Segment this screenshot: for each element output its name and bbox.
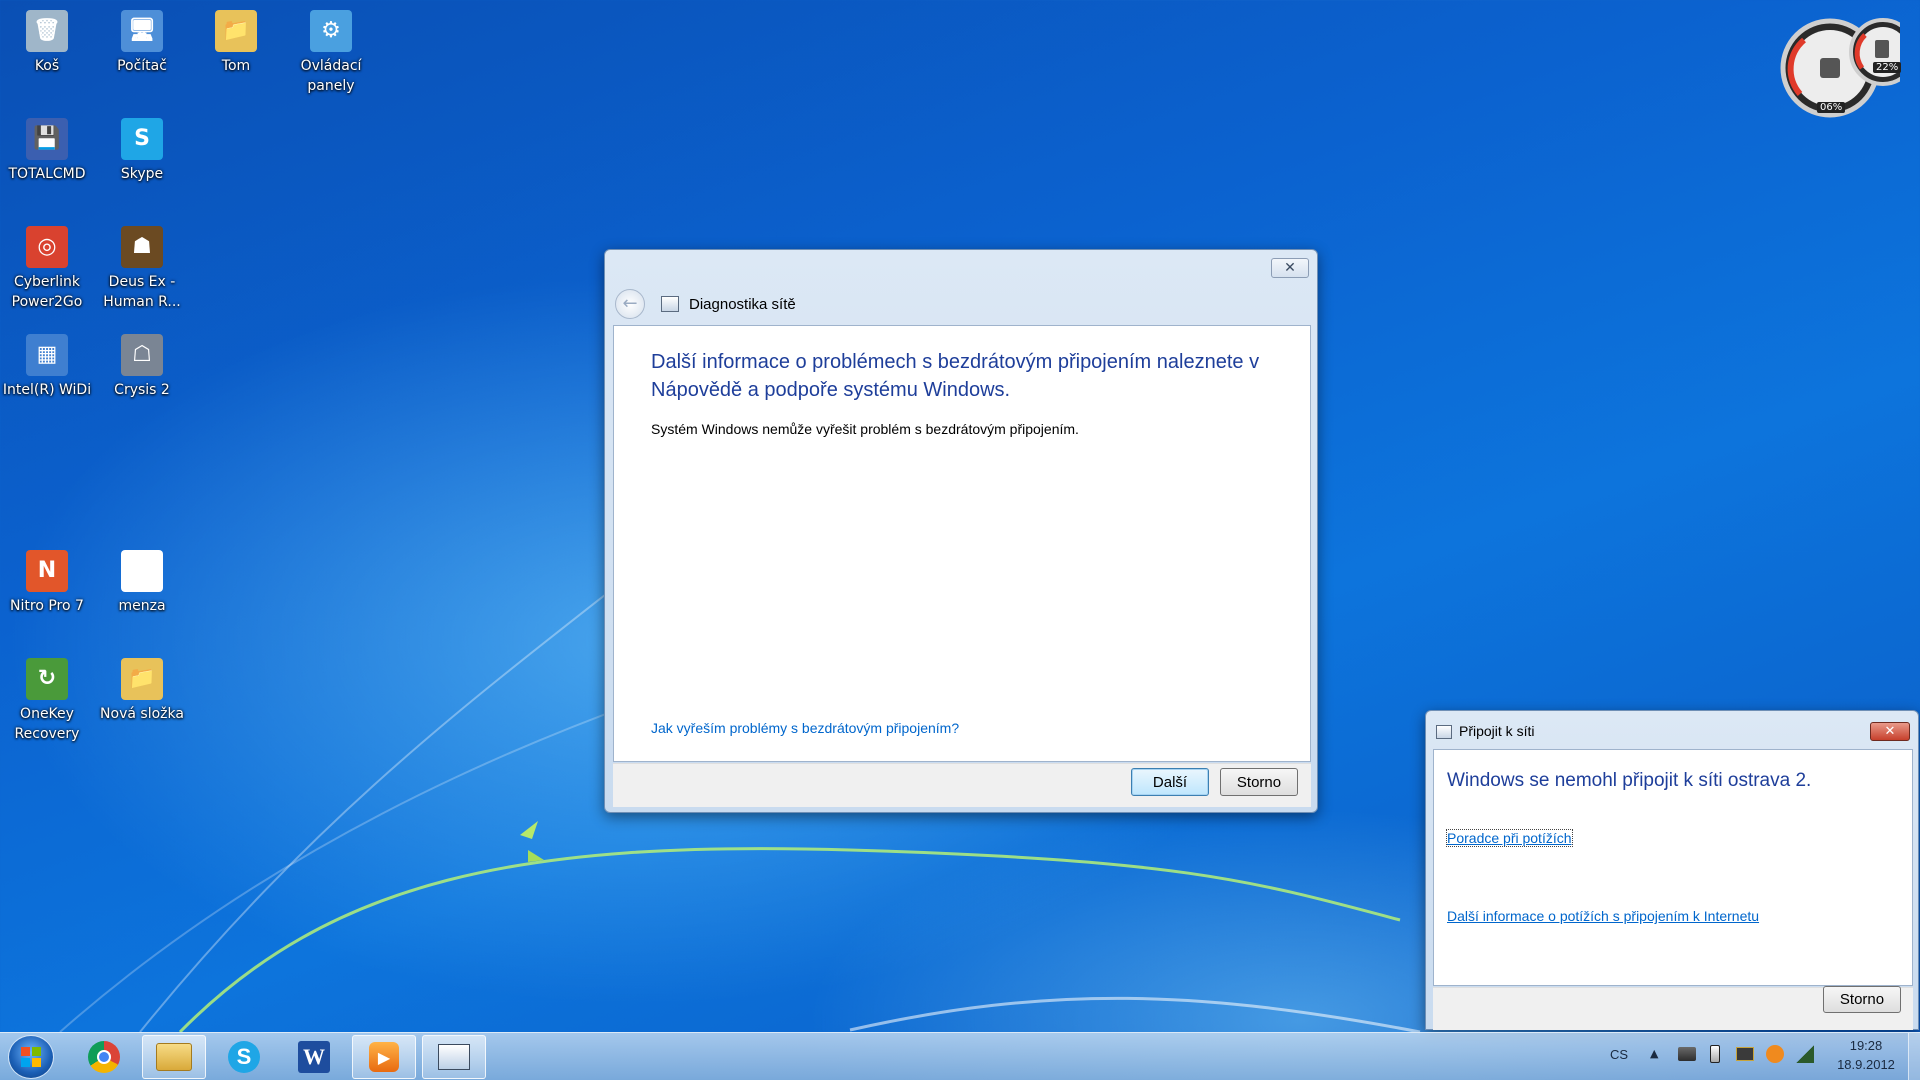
desktop-icon-menza[interactable]: menza xyxy=(96,544,188,616)
show-desktop-button[interactable] xyxy=(1908,1033,1920,1080)
tray-battery-icon[interactable] xyxy=(1710,1045,1720,1063)
clock-time: 19:28 xyxy=(1849,1038,1883,1053)
desktop-icon-nitro-pro[interactable]: N Nitro Pro 7 xyxy=(1,544,93,616)
desktop-icon-deus-ex[interactable]: ☗ Deus Ex - Human R... xyxy=(96,220,188,312)
desktop-icon-label: Nitro Pro 7 xyxy=(10,598,84,614)
tray-app-icon[interactable] xyxy=(1736,1047,1754,1061)
desktop-icon-tom-folder[interactable]: 📁 Tom xyxy=(190,4,282,76)
taskbar-explorer[interactable] xyxy=(142,1035,206,1079)
tray-network-icon[interactable] xyxy=(1678,1047,1696,1061)
desktop-icon-label: TOTALCMD xyxy=(8,166,86,182)
desktop-icon-intel-widi[interactable]: ▦ Intel(R) WiDi xyxy=(1,328,93,400)
onekey-recovery-icon: ↻ xyxy=(26,658,68,700)
connect-content: Windows se nemohl připojit k síti ostrav… xyxy=(1433,749,1913,986)
word-icon: W xyxy=(298,1041,330,1073)
diagnostics-content: Další informace o problémech s bezdrátov… xyxy=(613,325,1311,762)
desktop-icon-label: menza xyxy=(118,598,166,614)
deus-ex-icon: ☗ xyxy=(121,226,163,268)
taskbar-network-diagnostics[interactable] xyxy=(422,1035,486,1079)
tray-signal-icon[interactable] xyxy=(1796,1045,1814,1063)
desktop-icon-recycle-bin[interactable]: 🗑 Koš xyxy=(1,4,93,76)
tray-security-icon[interactable] xyxy=(1766,1045,1784,1063)
back-button[interactable]: ← xyxy=(615,289,645,319)
skype-icon: S xyxy=(121,118,163,160)
clock[interactable]: 19:28 18.9.2012 xyxy=(1826,1037,1906,1075)
desktop-icon-onekey-recovery[interactable]: ↻ OneKey Recovery xyxy=(1,652,93,744)
taskbar: S W ▶ CS ▲ 19:28 18.9.2012 xyxy=(0,1032,1920,1080)
control-panel-icon: ⚙ xyxy=(310,10,352,52)
wallpaper-leaf-icon xyxy=(520,821,544,862)
chrome-icon xyxy=(88,1041,120,1073)
help-link[interactable]: Jak vyřeším problémy s bezdrátovým připo… xyxy=(651,720,959,736)
language-indicator[interactable]: CS xyxy=(1610,1047,1628,1062)
new-folder-icon: 📁 xyxy=(121,658,163,700)
taskbar-word[interactable]: W xyxy=(282,1035,346,1079)
desktop-icon-control-panel[interactable]: ⚙ Ovládací panely xyxy=(285,4,377,96)
desktop-icon-label: OneKey Recovery xyxy=(14,706,80,742)
show-hidden-icons-icon[interactable]: ▲ xyxy=(1650,1047,1658,1060)
totalcmd-icon: 💾 xyxy=(26,118,68,160)
desktop-icon-new-folder[interactable]: 📁 Nová složka xyxy=(96,652,188,724)
window-title: Připojit k síti xyxy=(1459,723,1535,739)
back-arrow-icon: ← xyxy=(622,293,638,314)
more-info-link[interactable]: Další informace o potížích s připojením … xyxy=(1447,908,1759,924)
window-title: Diagnostika sítě xyxy=(689,296,796,313)
taskbar-media-player[interactable]: ▶ xyxy=(352,1035,416,1079)
crysis-2-icon: ☖ xyxy=(121,334,163,376)
close-icon: ✕ xyxy=(1884,724,1896,739)
desktop-icon-cyberlink-power2go[interactable]: ◎ Cyberlink Power2Go xyxy=(1,220,93,312)
folder-icon xyxy=(156,1043,192,1071)
desktop-icon-label: Crysis 2 xyxy=(114,382,170,398)
desktop-icon-crysis-2[interactable]: ☖ Crysis 2 xyxy=(96,328,188,400)
desktop-icon-label: Počítač xyxy=(117,58,167,74)
desktop-icon-label: Tom xyxy=(221,58,251,74)
windows-logo-icon xyxy=(21,1047,41,1067)
desktop-icon-label: Koš xyxy=(34,58,60,74)
desktop-icon-label: Nová složka xyxy=(100,706,184,722)
network-diagnostics-window: ✕ ← Diagnostika sítě Další informace o p… xyxy=(604,249,1318,813)
troubleshoot-link[interactable]: Poradce při potížích xyxy=(1446,829,1573,847)
network-diagnostics-icon xyxy=(438,1044,470,1070)
diagnostics-message: Systém Windows nemůže vyřešit problém s … xyxy=(651,421,1079,437)
desktop-icon-label: Ovládací panely xyxy=(300,58,362,94)
desktop-icon-label: Deus Ex - Human R... xyxy=(103,274,181,310)
next-button[interactable]: Další xyxy=(1131,768,1209,796)
desktop-icon-label: Intel(R) WiDi xyxy=(2,382,92,398)
network-diagnostics-icon xyxy=(661,296,679,312)
desktop-icon-label: Cyberlink Power2Go xyxy=(11,274,83,310)
taskbar-chrome[interactable] xyxy=(72,1035,136,1079)
nitro-pro-icon: N xyxy=(26,550,68,592)
menza-icon xyxy=(121,550,163,592)
network-icon xyxy=(1436,725,1452,739)
skype-icon: S xyxy=(228,1041,260,1073)
cancel-button[interactable]: Storno xyxy=(1823,986,1901,1013)
start-button[interactable] xyxy=(8,1035,54,1079)
diagnostics-heading: Další informace o problémech s bezdrátov… xyxy=(651,351,1260,401)
close-button[interactable]: ✕ xyxy=(1870,722,1910,741)
cpu-percent: 06% xyxy=(1817,102,1846,113)
taskbar-skype[interactable]: S xyxy=(212,1035,276,1079)
close-icon: ✕ xyxy=(1284,260,1296,276)
desktop-icon-label: Skype xyxy=(120,166,164,182)
desktop-icon-totalcmd[interactable]: 💾 TOTALCMD xyxy=(1,112,93,184)
cpu-meter-gadget[interactable]: 06% 22% xyxy=(1730,10,1917,130)
close-button[interactable]: ✕ xyxy=(1271,258,1309,278)
media-player-icon: ▶ xyxy=(369,1042,399,1072)
cyberlink-power2go-icon: ◎ xyxy=(26,226,68,268)
memory-percent: 22% xyxy=(1873,62,1902,73)
desktop-icon-computer[interactable]: 🖥 Počítač xyxy=(96,4,188,76)
tom-folder-icon: 📁 xyxy=(215,10,257,52)
intel-widi-icon: ▦ xyxy=(26,334,68,376)
clock-date: 18.9.2012 xyxy=(1837,1057,1895,1072)
connect-to-network-window: Připojit k síti ✕ Windows se nemohl přip… xyxy=(1425,710,1919,1030)
cancel-button[interactable]: Storno xyxy=(1220,768,1298,796)
computer-icon: 🖥 xyxy=(121,10,163,52)
connect-error-heading: Windows se nemohl připojit k síti ostrav… xyxy=(1447,770,1812,791)
desktop-icon-skype[interactable]: S Skype xyxy=(96,112,188,184)
recycle-bin-icon: 🗑 xyxy=(26,10,68,52)
